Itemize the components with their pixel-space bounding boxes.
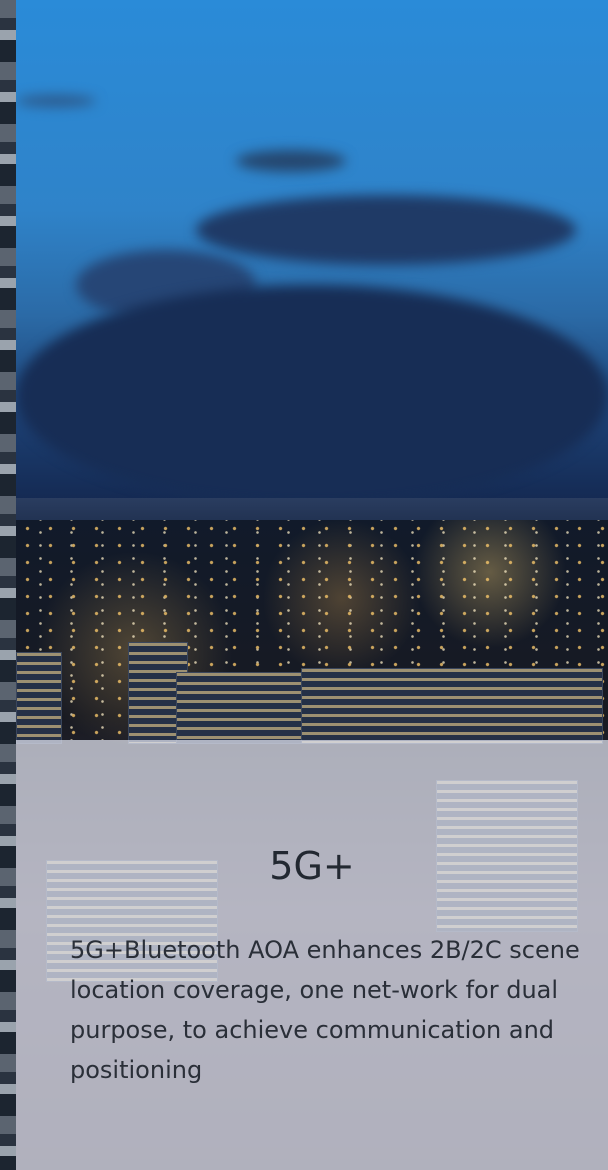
cloud-shape xyxy=(236,150,346,172)
building-shape xyxy=(176,672,308,744)
building-shape xyxy=(301,668,603,744)
building-shape xyxy=(16,652,62,744)
slide-description: 5G+Bluetooth AOA enhances 2B/2C scene lo… xyxy=(70,936,580,1084)
feature-slide: 5G+ 5G+Bluetooth AOA enhances 2B/2C scen… xyxy=(0,0,608,1170)
cloud-shape xyxy=(196,195,576,265)
cloud-shape xyxy=(16,95,96,107)
slide-title: 5G+ xyxy=(269,843,355,888)
cloud-shape xyxy=(16,285,608,505)
previous-slide-edge[interactable] xyxy=(0,0,16,1170)
